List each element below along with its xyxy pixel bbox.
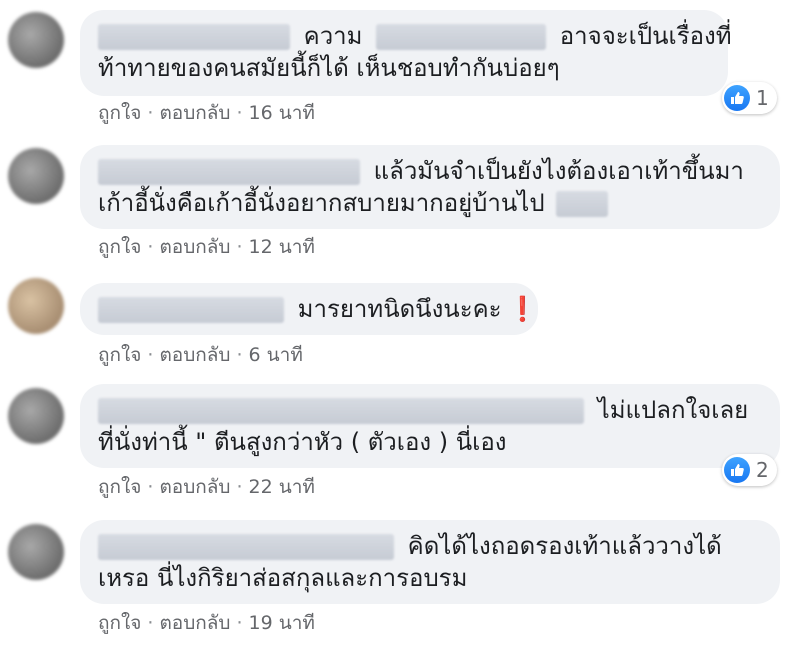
comment-bubble: คิดได้ไงถอดรองเท้าแล้ววางได้ เหรอ นี่ไงก… [80,520,780,604]
exclamation-emoji: ❗ [507,295,538,323]
like-icon [724,85,750,111]
separator: · [236,344,243,366]
comment-actions: ถูกใจ · ตอบกลับ · 19 นาที [98,608,315,638]
separator: · [236,612,243,634]
avatar[interactable] [8,148,64,204]
like-button[interactable]: ถูกใจ [98,344,141,366]
comment-line: เก้าอี้นั่งคือเก้าอี้นั่งอยากสบายมากอยู่… [98,187,758,219]
like-button[interactable]: ถูกใจ [98,236,141,258]
reply-button[interactable]: ตอบกลับ [159,102,230,124]
reply-button[interactable]: ตอบกลับ [159,612,230,634]
timestamp[interactable]: 6 นาที [249,344,303,366]
redacted-name [98,24,290,50]
avatar[interactable] [8,524,64,580]
comment-line: คิดได้ไงถอดรองเท้าแล้ววางได้ [98,530,758,562]
separator: · [236,236,243,258]
like-button[interactable]: ถูกใจ [98,476,141,498]
comment-text: ท้าทายของคนสมัยนี้ก็ได้ เห็นชอบทำกันบ่อย… [98,54,560,82]
comment-line: ไม่แปลกใจเลย [98,394,758,426]
comment-bubble: ความ อาจจะเป็นเรื่องที่ ท้าทายของคนสมัยน… [80,10,732,96]
comment-bubble: ไม่แปลกใจเลย ที่นั่งท่านี้ " ตีนสูงกว่าห… [80,384,780,468]
like-button[interactable]: ถูกใจ [98,102,141,124]
comment-text: ความ [303,22,363,50]
separator: · [147,236,154,258]
like-icon [724,457,750,483]
comment-bubble: มารยาทนิดนึงนะคะ ❗ [80,283,538,335]
separator: · [236,476,243,498]
redacted-name [98,297,284,323]
avatar[interactable] [8,12,64,68]
separator: · [147,612,154,634]
avatar[interactable] [8,388,64,444]
comment-actions: ถูกใจ · ตอบกลับ · 6 นาที [98,340,303,370]
reply-button[interactable]: ตอบกลับ [159,476,230,498]
comment-line: แล้วมันจำเป็นยังไงต้องเอาเท้าขึ้นมา [98,155,758,187]
comment-line: ความ อาจจะเป็นเรื่องที่ [98,20,732,52]
redacted-name [98,534,394,560]
comment-text: เก้าอี้นั่งคือเก้าอี้นั่งอยากสบายมากอยู่… [98,189,545,217]
comment-actions: ถูกใจ · ตอบกลับ · 16 นาที [98,98,315,128]
redacted-text [556,191,609,217]
comment-text: ที่นั่งท่านี้ " ตีนสูงกว่าหัว ( ตัวเอง )… [98,428,507,456]
avatar[interactable] [8,278,64,334]
comment-text: มารยาทนิดนึงนะคะ [297,295,502,323]
timestamp[interactable]: 16 นาที [249,102,315,124]
redacted-text [376,24,547,50]
comment-actions: ถูกใจ · ตอบกลับ · 12 นาที [98,232,315,262]
comment-text: เหรอ นี่ไงกิริยาส่อสกุลและการอบรม [98,564,468,592]
comment-line: มารยาทนิดนึงนะคะ ❗ [98,293,537,325]
redacted-name [98,159,360,185]
separator: · [236,102,243,124]
comment-bubble: แล้วมันจำเป็นยังไงต้องเอาเท้าขึ้นมา เก้า… [80,145,780,229]
reaction-count: 1 [756,86,769,110]
reaction-count: 2 [756,458,769,482]
separator: · [147,476,154,498]
comment-text: อาจจะเป็นเรื่องที่ [559,22,732,50]
reply-button[interactable]: ตอบกลับ [159,344,230,366]
redacted-name [98,398,584,424]
reply-button[interactable]: ตอบกลับ [159,236,230,258]
timestamp[interactable]: 22 นาที [249,476,315,498]
like-button[interactable]: ถูกใจ [98,612,141,634]
timestamp[interactable]: 12 นาที [249,236,315,258]
reaction-badge[interactable]: 2 [722,454,777,486]
comment-text: คิดได้ไงถอดรองเท้าแล้ววางได้ [407,532,722,560]
comment-text: ไม่แปลกใจเลย [597,396,749,424]
timestamp[interactable]: 19 นาที [249,612,315,634]
comment-text: แล้วมันจำเป็นยังไงต้องเอาเท้าขึ้นมา [373,157,744,185]
reaction-badge[interactable]: 1 [722,82,777,114]
comment-actions: ถูกใจ · ตอบกลับ · 22 นาที [98,472,315,502]
separator: · [147,344,154,366]
separator: · [147,102,154,124]
